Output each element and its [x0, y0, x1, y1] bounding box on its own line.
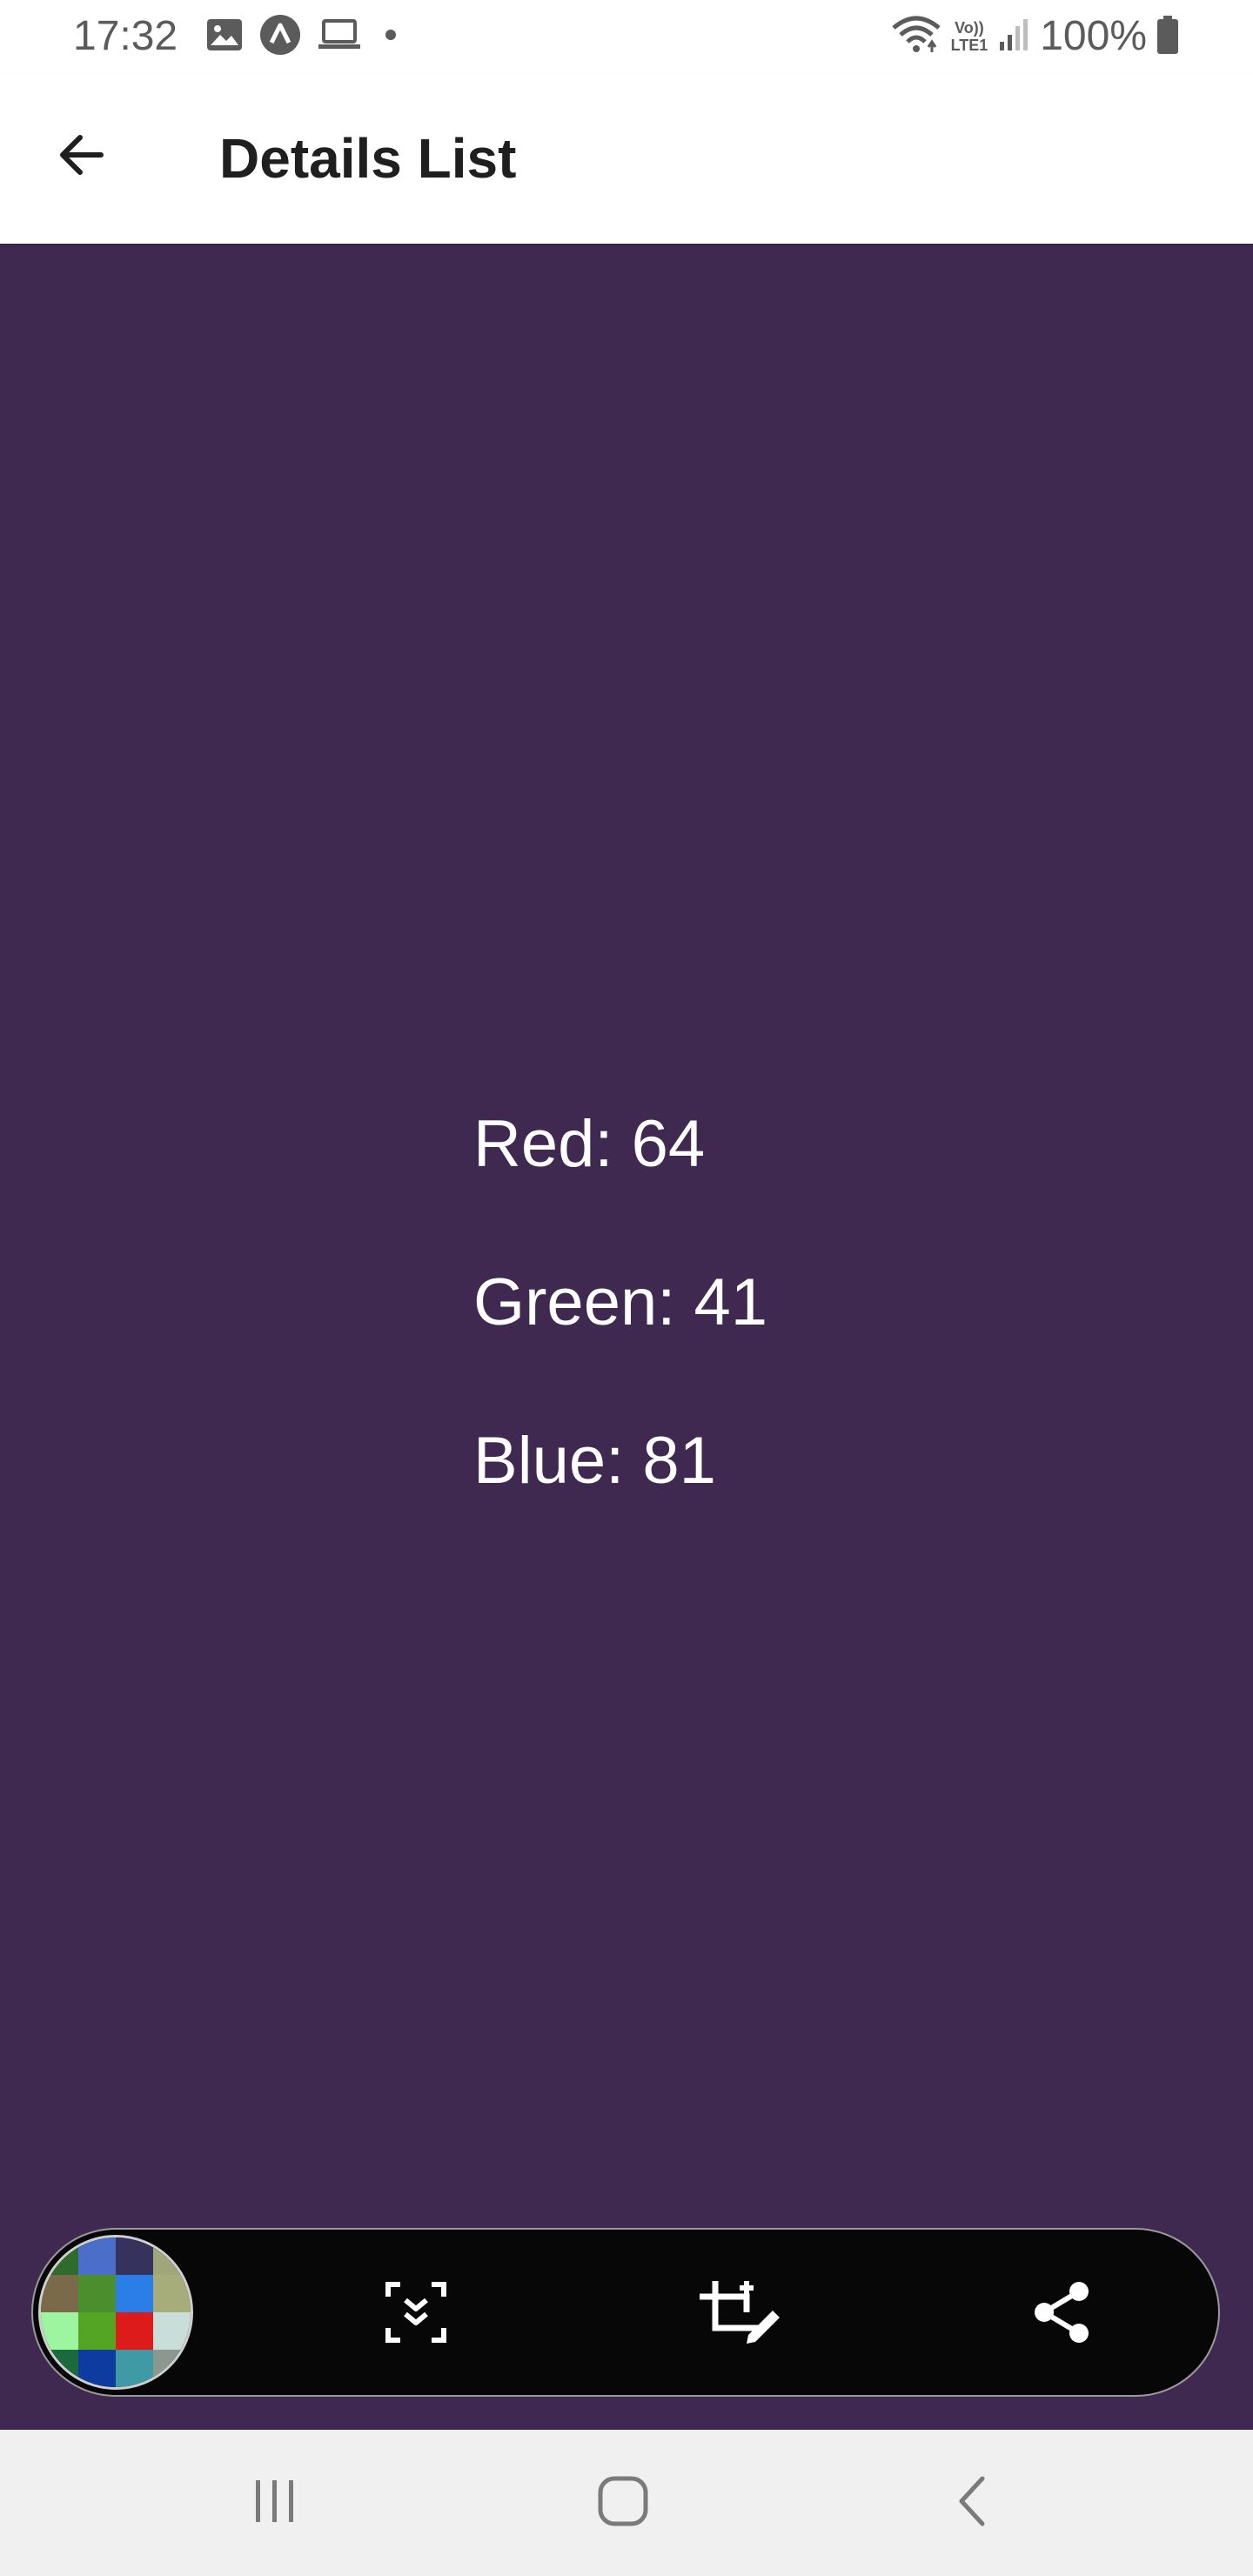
thumbnail-tile	[41, 2312, 78, 2350]
share-icon	[1030, 2279, 1093, 2350]
thumbnail-tile	[78, 2275, 116, 2312]
home-button[interactable]	[580, 2459, 667, 2546]
notification-icons	[205, 14, 404, 60]
arrow-up-circle-icon	[259, 14, 301, 60]
laptop-icon	[317, 16, 362, 58]
recent-apps-button[interactable]	[231, 2459, 318, 2546]
thumbnail-tile	[78, 2237, 116, 2275]
battery-percentage: 100%	[1040, 13, 1147, 59]
scroll-capture-button[interactable]	[372, 2271, 459, 2358]
crop-edit-icon	[696, 2277, 783, 2351]
thumbnail-tile	[116, 2275, 153, 2312]
wifi-icon	[890, 14, 942, 60]
page-title: Details List	[219, 127, 517, 190]
thumbnail-tile	[78, 2350, 116, 2387]
crop-edit-button[interactable]	[696, 2271, 783, 2358]
status-time: 17:32	[73, 13, 178, 59]
screenshot-thumbnail[interactable]	[38, 2235, 193, 2390]
blue-value: Blue: 81	[473, 1424, 716, 1498]
back-icon	[951, 2473, 995, 2533]
red-value: Red: 64	[473, 1107, 706, 1181]
thumbnail-tile	[153, 2312, 191, 2350]
back-button[interactable]	[38, 113, 125, 200]
home-icon	[595, 2473, 651, 2533]
thumbnail-tile	[116, 2312, 153, 2350]
screenshot-toolbar	[31, 2228, 1220, 2397]
thumbnail-tile	[78, 2312, 116, 2350]
share-button[interactable]	[1018, 2271, 1105, 2358]
color-details-panel: Red: 64 Green: 41 Blue: 81	[0, 244, 1253, 2430]
thumbnail-tile	[153, 2237, 191, 2275]
lte-label: LTE1	[950, 37, 988, 54]
thumbnail-tile	[153, 2275, 191, 2312]
green-value: Green: 41	[473, 1265, 767, 1339]
scroll-capture-icon	[383, 2279, 449, 2350]
rgb-values-list: Red: 64 Green: 41 Blue: 81	[473, 1105, 767, 1580]
thumbnail-tile	[116, 2237, 153, 2275]
app-bar: Details List	[0, 73, 1253, 244]
dot-icon	[378, 16, 404, 58]
thumbnail-tile	[41, 2275, 78, 2312]
arrow-left-icon	[54, 127, 110, 187]
system-icons: Vo)) LTE1 100%	[890, 12, 1180, 61]
navigation-bar	[0, 2430, 1253, 2576]
recent-apps-icon	[249, 2475, 301, 2532]
status-bar: 17:32 Vo)) LTE1 100%	[0, 0, 1253, 73]
image-icon	[205, 16, 244, 58]
volte-label: Vo))	[955, 19, 984, 37]
thumbnail-tile	[153, 2350, 191, 2387]
signal-icon	[996, 16, 1031, 58]
volte-icon: Vo)) LTE1	[951, 19, 988, 54]
screen: 17:32 Vo)) LTE1 100% Details List Red: 6…	[0, 0, 1253, 2576]
battery-icon	[1156, 14, 1180, 60]
back-nav-button[interactable]	[929, 2459, 1016, 2546]
thumbnail-tile	[116, 2350, 153, 2387]
